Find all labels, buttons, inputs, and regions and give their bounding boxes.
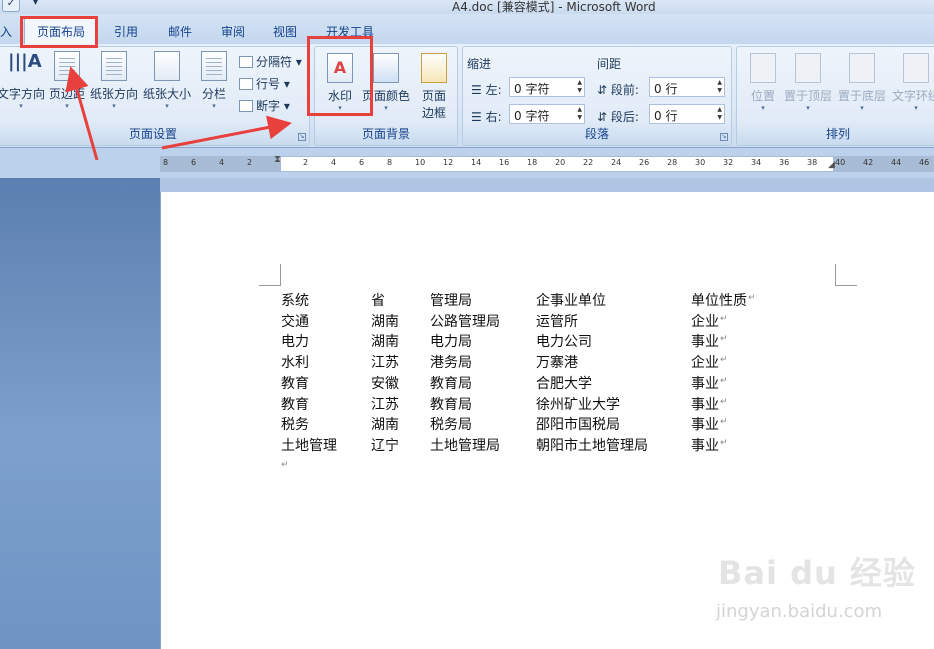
annotation-arrows xyxy=(65,66,292,161)
arrow-to-watermark xyxy=(161,115,292,150)
arrow-to-tab xyxy=(65,66,99,161)
